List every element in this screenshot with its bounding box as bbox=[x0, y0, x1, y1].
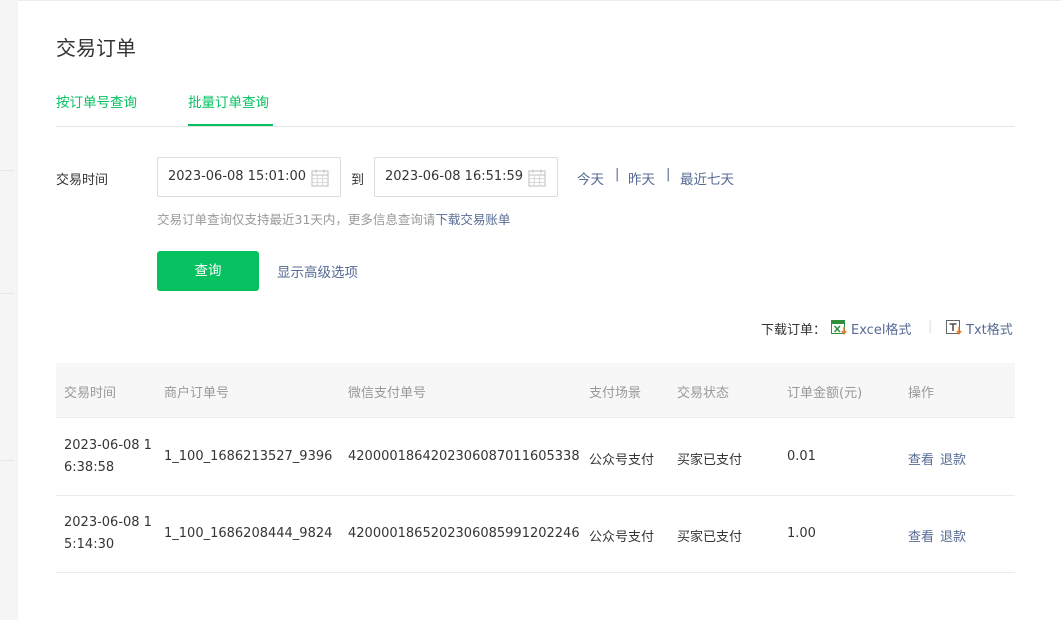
view-order-link[interactable]: 查看 bbox=[908, 526, 934, 545]
sidebar-divider bbox=[0, 170, 14, 171]
refund-order-link[interactable]: 退款 bbox=[940, 449, 966, 468]
main-panel: 交易订单 按订单号查询 批量订单查询 交易时间 2023-06-08 15:01… bbox=[18, 0, 1061, 620]
tab-by-order-number[interactable]: 按订单号查询 bbox=[56, 91, 137, 111]
start-time-input[interactable]: 2023-06-08 15:01:00 bbox=[157, 157, 341, 197]
tab-batch-query[interactable]: 批量订单查询 bbox=[188, 91, 269, 111]
quick-range-today[interactable]: 今天 bbox=[577, 168, 604, 188]
page-title: 交易订单 bbox=[56, 36, 136, 60]
column-header-merchant-order-no: 商户订单号 bbox=[164, 386, 230, 401]
view-order-link[interactable]: 查看 bbox=[908, 449, 934, 468]
quick-range-separator: | bbox=[615, 167, 620, 182]
end-time-value: 2023-06-08 16:51:59 bbox=[385, 169, 524, 184]
column-header-trade-time: 交易时间 bbox=[64, 386, 117, 401]
download-orders-label: 下载订单： bbox=[761, 323, 827, 338]
end-time-input[interactable]: 2023-06-08 16:51:59 bbox=[374, 157, 558, 197]
excel-file-icon[interactable] bbox=[831, 320, 848, 339]
cell-pay-scene: 公众号支付 bbox=[589, 530, 655, 545]
cell-trade-time: 2023-06-08 16:38:58 bbox=[64, 438, 152, 475]
download-bill-link[interactable]: 下载交易账单 bbox=[435, 212, 510, 227]
sidebar-divider bbox=[0, 460, 14, 461]
trade-time-label: 交易时间 bbox=[56, 173, 109, 188]
cell-pay-scene: 公众号支付 bbox=[589, 453, 655, 468]
row-divider bbox=[56, 417, 1015, 418]
column-header-wechat-pay-no: 微信支付单号 bbox=[348, 386, 427, 401]
left-sidebar-edge bbox=[0, 0, 18, 620]
calendar-icon[interactable] bbox=[528, 169, 546, 191]
column-header-actions: 操作 bbox=[908, 386, 935, 401]
query-hint: 交易订单查询仅支持最近31天内，更多信息查询请下载交易账单 bbox=[157, 209, 510, 228]
cell-merchant-order-no: 1_100_1686213527_9396 bbox=[164, 449, 333, 464]
cell-trade-status: 买家已支付 bbox=[677, 530, 743, 545]
cell-order-amount: 1.00 bbox=[787, 526, 816, 541]
refund-order-link[interactable]: 退款 bbox=[940, 526, 966, 545]
cell-merchant-order-no: 1_100_1686208444_9824 bbox=[164, 526, 333, 541]
start-time-value: 2023-06-08 15:01:00 bbox=[168, 169, 307, 184]
sidebar-divider bbox=[0, 293, 14, 294]
calendar-icon[interactable] bbox=[311, 169, 329, 191]
download-separator: | bbox=[928, 319, 933, 334]
query-hint-text: 交易订单查询仅支持最近31天内，更多信息查询请 bbox=[157, 212, 436, 227]
row-divider bbox=[56, 572, 1015, 573]
quick-range-last-seven-days[interactable]: 最近七天 bbox=[680, 168, 734, 188]
cell-trade-time: 2023-06-08 15:14:30 bbox=[64, 515, 152, 552]
quick-range-yesterday[interactable]: 昨天 bbox=[628, 168, 655, 188]
quick-range-separator: | bbox=[666, 167, 671, 182]
show-advanced-options-link[interactable]: 显示高级选项 bbox=[277, 261, 358, 281]
cell-wechat-pay-no: 4200001865202306085991202246 bbox=[348, 526, 580, 541]
txt-file-icon[interactable] bbox=[946, 320, 963, 339]
tabs-divider bbox=[56, 126, 1015, 127]
download-excel-link[interactable]: Excel格式 bbox=[851, 319, 911, 338]
cell-trade-status: 买家已支付 bbox=[677, 453, 743, 468]
cell-wechat-pay-no: 4200001864202306087011605338 bbox=[348, 449, 580, 464]
cell-order-amount: 0.01 bbox=[787, 449, 816, 464]
download-txt-link[interactable]: Txt格式 bbox=[966, 319, 1013, 338]
column-header-pay-scene: 支付场景 bbox=[589, 386, 642, 401]
range-to-label: 到 bbox=[351, 173, 365, 188]
row-divider bbox=[56, 495, 1015, 496]
query-button[interactable]: 查询 bbox=[157, 251, 259, 291]
column-header-trade-status: 交易状态 bbox=[677, 386, 730, 401]
column-header-order-amount: 订单金额(元) bbox=[787, 386, 863, 401]
